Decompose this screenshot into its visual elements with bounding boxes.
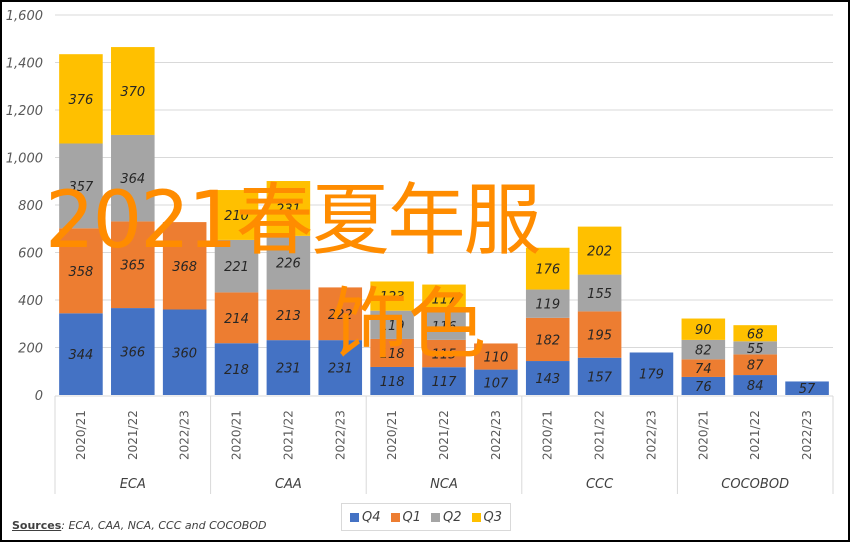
x-category-label: 2020/21 <box>74 410 88 460</box>
stacked-bar-chart: 0 200 400 600 800 1,000 1,200 1,400 1,600 344 358… <box>6 9 834 494</box>
bar-value-label: 231 <box>328 362 353 377</box>
bar-value-label: 117 <box>432 292 458 307</box>
x-axis: 2020/21 2021/22 2022/23 ECA 2020/21 2021/22 20… <box>54 395 834 494</box>
bar-value-label: 57 <box>799 382 816 397</box>
bar-value-label: 182 <box>535 333 560 348</box>
y-tick-label: 1,200 <box>6 104 43 119</box>
bar-value-label: 368 <box>172 260 197 275</box>
bar-value-label: 213 <box>276 309 301 324</box>
bar-value-label: 118 <box>380 375 405 390</box>
bar-value-label: 214 <box>224 312 249 327</box>
x-group-label: ECA <box>120 477 146 492</box>
bar-value-label: 202 <box>587 245 612 260</box>
legend-item-q2: Q2 <box>431 510 462 525</box>
x-category-label: 2021/22 <box>437 410 451 460</box>
bar-value-label: 218 <box>224 363 249 378</box>
source-key: Sources <box>12 519 62 532</box>
source-note: Sources: ECA, CAA, NCA, CCC and COCOBOD <box>12 519 266 532</box>
bar-value-label: 231 <box>276 202 301 217</box>
legend-item-q4: Q4 <box>350 510 381 525</box>
bar-value-label: 357 <box>69 180 95 195</box>
bar-value-label: 221 <box>224 260 249 275</box>
x-category-label: 2021/22 <box>126 410 140 460</box>
bar-value-label: 365 <box>120 259 145 274</box>
legend-swatch-q2 <box>431 512 441 522</box>
bar-value-label: 157 <box>587 370 613 385</box>
legend-item-q1: Q1 <box>390 509 422 525</box>
x-category-label: 2020/21 <box>541 410 555 460</box>
x-category-label: 2020/21 <box>230 410 244 460</box>
bar-value-label: 344 <box>69 348 94 363</box>
bar-value-label: 364 <box>120 172 145 187</box>
legend-label-q1: Q1 <box>402 509 422 525</box>
legend-label-q3: Q3 <box>483 509 503 525</box>
x-category-label: 2022/23 <box>489 410 503 460</box>
x-category-label: 2022/23 <box>644 410 658 460</box>
bar-value-label: 110 <box>483 351 508 366</box>
bar-value-label: 366 <box>120 346 145 361</box>
y-axis: 0 200 400 600 800 1,000 1,200 1,400 1,600 <box>6 9 43 404</box>
bar-value-label: 82 <box>695 344 712 359</box>
y-tick-label: 1,400 <box>6 57 43 72</box>
legend: Q4 Q1 Q2 Q3 <box>341 503 512 531</box>
bar-value-label: 115 <box>432 348 457 363</box>
x-category-label: 2021/22 <box>281 410 295 460</box>
x-category-label: 2020/21 <box>696 410 710 460</box>
y-tick-label: 0 <box>35 389 43 404</box>
bar-value-label: 55 <box>747 342 764 357</box>
source-text: : ECA, CAA, NCA, CCC and COCOBOD <box>61 519 267 532</box>
y-tick-label: 800 <box>18 199 43 214</box>
x-category-label: 2020/21 <box>385 410 399 460</box>
bar-value-label: 116 <box>432 320 457 335</box>
y-tick-label: 1,000 <box>6 152 43 167</box>
legend-swatch-q1 <box>390 512 400 522</box>
bar-value-label: 210 <box>224 209 249 224</box>
x-group-label: CAA <box>275 477 302 492</box>
x-group-label: NCA <box>430 477 458 492</box>
bar-value-label: 179 <box>639 368 664 383</box>
bar-value-label: 226 <box>276 257 301 272</box>
bar-value-label: 376 <box>69 93 94 108</box>
bar-value-label: 231 <box>276 362 301 377</box>
y-tick-label: 600 <box>18 247 43 262</box>
bar-value-label: 87 <box>747 359 764 374</box>
x-category-label: 2022/23 <box>178 410 192 460</box>
bar-value-label: 155 <box>587 287 612 302</box>
bar-value-label: 176 <box>535 263 560 278</box>
bar-value-label: 118 <box>380 347 405 362</box>
bar-value-label: 143 <box>535 372 560 387</box>
y-tick-label: 400 <box>18 294 43 309</box>
bar-value-label: 76 <box>695 380 712 395</box>
x-group-label: COCOBOD <box>721 477 789 492</box>
legend-swatch-q3 <box>471 512 481 522</box>
legend-label-q2: Q2 <box>443 509 462 525</box>
x-group-label: CCC <box>586 477 614 492</box>
bar-value-label: 123 <box>380 290 405 305</box>
legend-item-q3: Q3 <box>471 509 503 525</box>
bar-value-label: 222 <box>328 308 353 323</box>
bar-value-label: 358 <box>69 265 94 280</box>
bar-value-label: 90 <box>695 323 712 338</box>
bar-value-label: 117 <box>432 375 458 390</box>
bar-value-label: 119 <box>380 319 405 334</box>
bar-value-label: 119 <box>535 298 560 313</box>
x-category-label: 2021/22 <box>748 410 762 460</box>
x-category-label: 2022/23 <box>800 410 814 460</box>
y-tick-label: 200 <box>18 342 43 357</box>
legend-swatch-q4 <box>350 512 359 522</box>
bar-value-label: 84 <box>747 379 764 394</box>
bar-value-label: 195 <box>587 329 612 344</box>
bar-value-label: 68 <box>747 327 764 342</box>
x-category-label: 2022/23 <box>333 410 347 460</box>
legend-label-q4: Q4 <box>362 509 381 525</box>
bar-value-label: 107 <box>483 376 509 391</box>
x-category-label: 2021/22 <box>593 410 607 460</box>
bar-value-label: 370 <box>120 85 145 100</box>
bars <box>59 47 829 395</box>
bar-value-label: 74 <box>695 362 712 377</box>
y-tick-label: 1,600 <box>6 9 43 24</box>
bar-value-label: 360 <box>172 346 197 361</box>
